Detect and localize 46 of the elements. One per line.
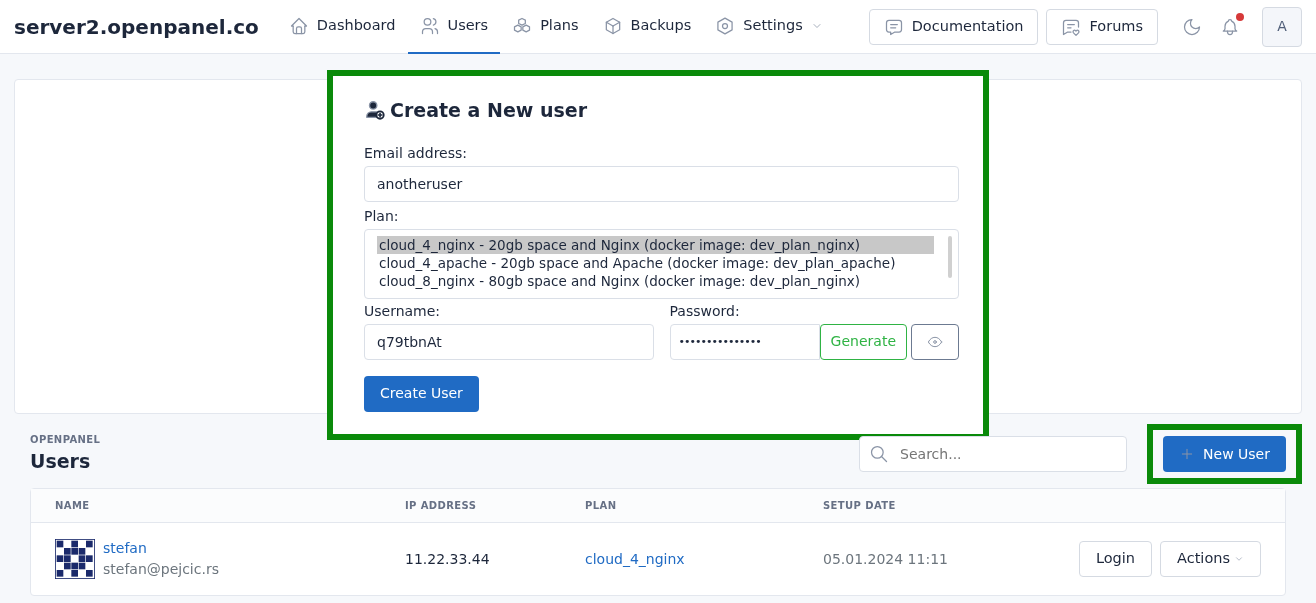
moon-icon[interactable]: [1182, 16, 1202, 37]
column-header: SETUP DATE: [823, 500, 896, 511]
hexagon-icon: [715, 15, 736, 36]
setup-date: 05.01.2024 11:11: [823, 550, 948, 567]
header-link-button[interactable]: Documentation: [868, 8, 1039, 45]
page-title: Users: [30, 449, 92, 475]
email-field[interactable]: anotheruser: [364, 165, 959, 202]
column-header: PLAN: [585, 500, 617, 511]
people-icon: [419, 15, 440, 36]
username-field[interactable]: q79tbnAt: [364, 323, 654, 360]
avatar-button[interactable]: A: [1262, 6, 1302, 47]
column-header: NAME: [55, 500, 90, 511]
login-button[interactable]: Login: [1078, 541, 1153, 577]
chevron-down-icon: [1234, 554, 1244, 564]
create-user-button[interactable]: Create User: [364, 375, 479, 412]
actions-button[interactable]: Actions: [1160, 541, 1261, 577]
plan-option[interactable]: cloud_4_nginx - 20gb space and Nginx (docker image: dev_plan_nginx): [377, 235, 934, 254]
field-label: Password:: [669, 301, 741, 321]
nav-tab[interactable]: Settings: [703, 0, 835, 54]
plan-option[interactable]: cloud_8_nginx - 80gb space and Nginx (docker image: dev_plan_nginx): [377, 271, 934, 290]
field-label: Username:: [364, 301, 442, 321]
plan-option[interactable]: cloud_4_apache - 20gb space and Apache (docker image: dev_plan_apache): [377, 253, 934, 272]
column-header: IP ADDRESS: [405, 500, 477, 511]
field-label: Plan:: [364, 206, 400, 226]
field-label: Email address:: [364, 143, 468, 163]
ip-address: 11.22.33.44: [405, 550, 490, 567]
brand-title[interactable]: server2.openpanel.co: [14, 11, 259, 42]
house-icon: [288, 15, 309, 36]
form-title: Create a New user: [390, 98, 588, 123]
user-plus-icon: [364, 99, 386, 122]
new-user-button[interactable]: New User: [1163, 436, 1286, 472]
nav-tab[interactable]: Plans: [500, 0, 591, 54]
user-name-link[interactable]: stefan: [103, 538, 219, 559]
nav-tab[interactable]: Dashboard: [276, 0, 408, 54]
identicon-avatar: [55, 539, 95, 579]
bell-icon[interactable]: [1220, 16, 1240, 37]
page-pretitle: OPENPANEL: [30, 433, 101, 448]
search-field[interactable]: Search...: [859, 436, 1128, 472]
password-field[interactable]: •••••••••••••••: [669, 323, 820, 360]
nav-tab[interactable]: Users: [407, 0, 501, 54]
user-email: stefan@pejcic.rs: [103, 560, 219, 579]
plan-link[interactable]: cloud_4_nginx: [585, 550, 685, 567]
header-link-button[interactable]: Forums: [1046, 8, 1158, 45]
nav-tab[interactable]: Backups: [590, 0, 704, 54]
plan-listbox[interactable]: [364, 228, 959, 299]
show-password-button[interactable]: [911, 323, 959, 360]
